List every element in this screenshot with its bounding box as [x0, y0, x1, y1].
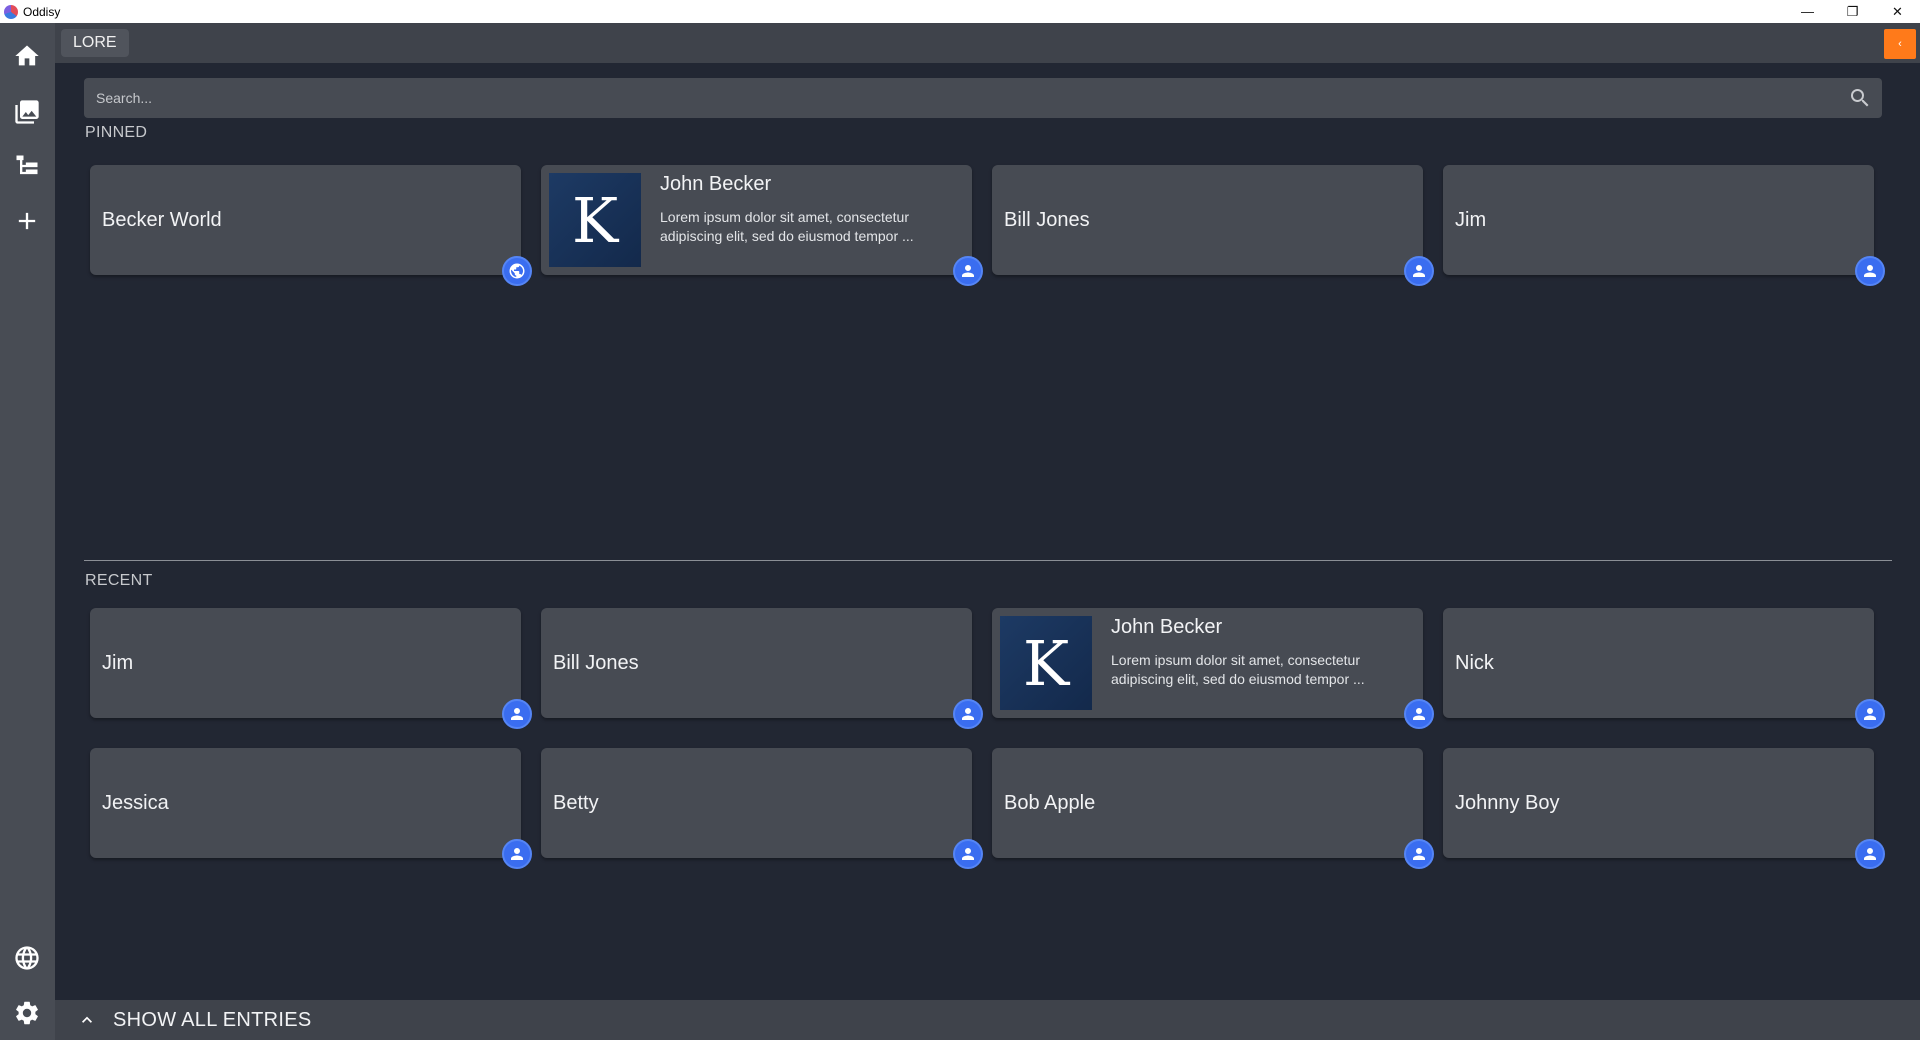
show-all-entries-bar[interactable]: SHOW ALL ENTRIES — [55, 1000, 1920, 1040]
person-badge-icon — [1404, 699, 1434, 729]
person-badge-icon — [502, 839, 532, 869]
pinned-card-jim[interactable]: Jim — [1443, 165, 1885, 286]
window-titlebar: Oddisy — ❐ ✕ — [0, 0, 1920, 23]
person-badge-icon — [953, 256, 983, 286]
card-title: Betty — [553, 791, 599, 814]
plus-icon[interactable] — [12, 206, 42, 236]
app-logo-icon — [4, 4, 18, 19]
pinned-card-bill-jones[interactable]: Bill Jones — [992, 165, 1434, 286]
recent-card-jim[interactable]: Jim — [90, 608, 532, 729]
search-input[interactable] — [84, 78, 1882, 118]
card-title: Jim — [102, 651, 134, 674]
section-divider — [84, 560, 1892, 561]
images-icon[interactable] — [12, 97, 42, 127]
person-badge-icon — [1404, 839, 1434, 869]
recent-card-nick[interactable]: Nick — [1443, 608, 1885, 729]
recent-section-label: RECENT — [85, 572, 153, 589]
tab-lore[interactable]: LORE — [61, 29, 129, 57]
top-bar: LORE ‹ — [55, 23, 1920, 63]
card-title: Becker World — [102, 208, 222, 231]
recent-card-bill-jones[interactable]: Bill Jones — [541, 608, 983, 729]
sidebar — [0, 23, 55, 1040]
person-badge-icon — [953, 839, 983, 869]
gear-icon[interactable] — [12, 998, 42, 1028]
globe-icon[interactable] — [12, 943, 42, 973]
card-title: Jessica — [102, 791, 169, 814]
card-title: John Becker — [660, 173, 772, 195]
tree-icon[interactable] — [12, 151, 42, 181]
restore-button[interactable]: ❐ — [1830, 0, 1875, 23]
recent-card-bob-apple[interactable]: Bob Apple — [992, 748, 1434, 869]
card-title: Bob Apple — [1004, 791, 1096, 814]
search-bar — [84, 78, 1882, 118]
show-all-entries-label[interactable]: SHOW ALL ENTRIES — [113, 1009, 312, 1032]
recent-card-betty[interactable]: Betty — [541, 748, 983, 869]
card-title: Johnny Boy — [1455, 791, 1560, 814]
person-badge-icon — [1855, 699, 1885, 729]
close-button[interactable]: ✕ — [1875, 0, 1920, 23]
person-badge-icon — [1855, 256, 1885, 286]
home-icon[interactable] — [12, 41, 42, 71]
chevron-up-icon[interactable] — [77, 1010, 97, 1030]
card-description: Lorem ipsum dolor sit amet, consectetur … — [660, 209, 914, 244]
card-title: Bill Jones — [1004, 208, 1090, 231]
pinned-section-label: PINNED — [85, 124, 148, 141]
person-badge-icon — [953, 699, 983, 729]
minimize-button[interactable]: — — [1785, 0, 1830, 23]
recent-card-johnny-boy[interactable]: Johnny Boy — [1443, 748, 1885, 869]
pinned-card-john-becker[interactable]: K John Becker Lorem ipsum dolor sit amet… — [541, 165, 983, 286]
card-title: Bill Jones — [553, 651, 639, 674]
card-title: John Becker — [1111, 616, 1223, 638]
search-icon[interactable] — [1848, 86, 1872, 110]
person-badge-icon — [1404, 256, 1434, 286]
card-thumbnail: K — [549, 173, 641, 267]
card-title: Jim — [1455, 208, 1487, 231]
globe-badge-icon — [502, 256, 532, 286]
card-description: Lorem ipsum dolor sit amet, consectetur … — [1111, 652, 1365, 687]
person-badge-icon — [502, 699, 532, 729]
card-title: Nick — [1455, 651, 1494, 674]
card-thumbnail: K — [1000, 616, 1092, 710]
window-title: Oddisy — [23, 4, 61, 19]
collapse-panel-button[interactable]: ‹ — [1884, 29, 1916, 59]
pinned-card-becker-world[interactable]: Becker World — [90, 165, 532, 286]
window-controls: — ❐ ✕ — [1785, 0, 1920, 23]
person-badge-icon — [1855, 839, 1885, 869]
recent-card-jessica[interactable]: Jessica — [90, 748, 532, 869]
recent-card-john-becker[interactable]: K John Becker Lorem ipsum dolor sit amet… — [992, 608, 1434, 729]
